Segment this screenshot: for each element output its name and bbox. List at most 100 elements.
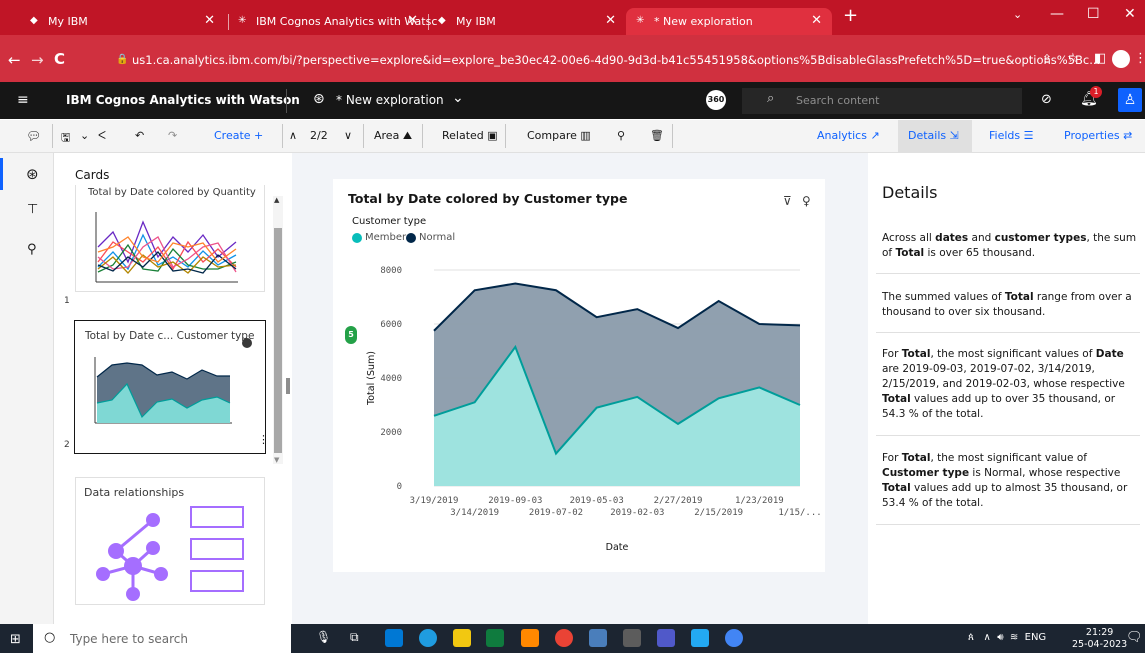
legend-swatch-member — [352, 232, 362, 243]
language-indicator[interactable]: ENG — [1025, 632, 1047, 643]
notification-center-icon[interactable]: 🗨︎ — [1126, 630, 1143, 645]
share-icon[interactable]: ᐸ — [98, 129, 106, 142]
close-tab-icon[interactable]: ✕ — [407, 13, 418, 28]
pin-rail-icon[interactable]: ⚲ — [27, 242, 37, 257]
card-settings-icon[interactable] — [242, 338, 252, 348]
area-chart-icon: ⛰ — [402, 129, 413, 142]
search-input[interactable] — [742, 88, 1022, 114]
maximize-icon[interactable]: ☐ — [1087, 6, 1100, 22]
x-tick-label: 2/15/2019 — [694, 508, 743, 518]
redo-icon[interactable]: ↷ — [168, 129, 177, 142]
back-icon[interactable]: ← — [8, 51, 21, 69]
people-icon[interactable]: ጰ — [968, 632, 974, 643]
app-name: IBM Cognos Analytics with Watson — [66, 93, 300, 107]
x-tick-label: 3/19/2019 — [410, 496, 459, 506]
analytics-icon: ↗ — [870, 129, 880, 142]
cards-scrollbar-thumb[interactable] — [274, 228, 282, 453]
card-1-thumbnail — [95, 212, 238, 283]
store-app-icon[interactable] — [486, 629, 504, 647]
save-icon[interactable]: 🖫 — [61, 129, 70, 148]
detail-insight-4: For Total, the most significant value of… — [882, 452, 1128, 509]
minimize-icon[interactable]: — — [1050, 6, 1064, 22]
area-chart-button[interactable]: Area ⛰ — [374, 129, 412, 143]
cards-rail-icon[interactable]: ⊛ — [26, 165, 39, 183]
browser-tab-new-exploration[interactable]: ✳ * New exploration ✕ — [626, 8, 832, 35]
windows-start-icon[interactable]: ⊞ — [10, 632, 21, 647]
legend-item-normal[interactable]: Normal — [406, 232, 455, 243]
hierarchy-rail-icon[interactable]: ⊤ — [27, 202, 38, 217]
area-chart[interactable]: 0 2000 4000 6000 8000 3/19/2019 3/14/2019 2019-… — [340, 250, 820, 570]
sidepanel-icon[interactable]: ◧ — [1094, 51, 1106, 66]
card-2-selected[interactable]: Total by Date c... Customer type ⋮ — [74, 320, 269, 454]
forward-icon[interactable]: → — [31, 51, 44, 69]
details-tab[interactable]: Details ⇲ — [908, 129, 959, 142]
legend-item-member[interactable]: Member — [352, 232, 406, 243]
exploration-name[interactable]: * New exploration — [336, 93, 444, 107]
browser-menu-icon[interactable]: ⋮ — [1134, 51, 1145, 66]
x-axis-label: Date — [606, 542, 629, 553]
teams-icon[interactable] — [657, 629, 675, 647]
edge-browser-icon[interactable] — [419, 629, 437, 647]
browser-tab-cognos[interactable]: ✳ IBM Cognos Analytics with Watsc ✕ — [228, 8, 437, 35]
card-1[interactable]: Total by Date colored by Quantity — [75, 185, 265, 292]
window-close-icon[interactable]: ✕ — [1124, 6, 1136, 22]
chrome-profile-icon[interactable] — [725, 629, 743, 647]
user-icon[interactable]: ♙ — [1118, 88, 1142, 112]
task-view-icon[interactable]: ⧉ — [350, 630, 359, 645]
related-icon: ▣ — [487, 129, 498, 142]
comment-icon[interactable]: 💬︎ — [26, 129, 41, 143]
scroll-down-icon[interactable]: ▼ — [274, 456, 279, 464]
filter-icon[interactable]: ⊽ — [783, 194, 792, 208]
chevron-down-icon[interactable]: ∨ — [344, 129, 352, 142]
fields-label: Fields — [989, 129, 1021, 142]
browser-tab-my-ibm-2[interactable]: ◆ My IBM ✕ — [428, 8, 626, 35]
speaker-icon[interactable]: 🔊︎ — [997, 632, 1003, 643]
file-explorer-icon[interactable] — [453, 629, 471, 647]
wifi-icon[interactable]: ≋ — [1010, 632, 1018, 643]
tray-chevron-icon[interactable]: ∧ — [984, 632, 991, 643]
vscode-icon[interactable] — [691, 629, 709, 647]
related-button[interactable]: Related ▣ — [442, 129, 498, 142]
ibm-favicon-icon: ◆ — [438, 15, 446, 26]
close-tab-icon[interactable]: ✕ — [605, 13, 616, 28]
badge-360-icon[interactable]: 360 — [706, 90, 726, 110]
browser-tab-my-ibm-1[interactable]: ◆ My IBM ✕ — [20, 8, 225, 35]
reload-icon[interactable]: C — [54, 50, 65, 68]
terminal-icon[interactable] — [623, 629, 641, 647]
fields-tab[interactable]: Fields ☰ — [989, 129, 1034, 142]
properties-tab[interactable]: Properties ⇄ — [1064, 129, 1132, 142]
save-chevron-icon[interactable]: ⌄ — [80, 129, 89, 142]
url-text[interactable]: us1.ca.analytics.ibm.com/bi/?perspective… — [132, 53, 1100, 67]
taskbar-clock[interactable]: 21:29 25-04-2023 — [1072, 627, 1127, 651]
detail-insight-1: Across all dates and customer types, the… — [882, 232, 1137, 259]
card-overflow-menu-icon[interactable]: ⋮ — [258, 433, 269, 446]
chevron-up-icon[interactable]: ∧ — [289, 129, 297, 142]
pin-icon[interactable]: ⚲ — [617, 129, 625, 142]
tab-search-chevron-icon[interactable]: ⌄ — [1013, 8, 1022, 21]
card-data-relationships[interactable]: Data relationships — [75, 477, 265, 605]
undo-icon[interactable]: ↶ — [135, 129, 144, 142]
bookmark-star-icon[interactable]: ☆ — [1067, 51, 1079, 66]
close-tab-icon[interactable]: ✕ — [811, 13, 822, 28]
chevron-down-icon[interactable]: ⌄ — [452, 90, 464, 106]
create-button[interactable]: Create + — [214, 129, 263, 142]
profile-avatar[interactable] — [1112, 50, 1130, 68]
hamburger-menu-icon[interactable]: ≡ — [17, 92, 29, 108]
lock-icon[interactable]: 🔒 — [116, 54, 128, 65]
microphone-icon[interactable]: 🎙︎ — [316, 630, 331, 644]
mail-app-icon[interactable] — [385, 629, 403, 647]
close-tab-icon[interactable]: ✕ — [204, 13, 215, 28]
vlc-icon[interactable] — [521, 629, 539, 647]
compare-button[interactable]: Compare ▥ — [527, 129, 591, 142]
scroll-up-icon[interactable]: ▲ — [274, 196, 279, 204]
system-tray[interactable]: ጰ ∧ 🔊︎ ≋ ENG — [968, 632, 1046, 643]
help-icon[interactable]: ⊘ — [1041, 92, 1052, 107]
share-icon[interactable]: ⇪ — [1042, 52, 1052, 66]
chrome-icon[interactable] — [555, 629, 573, 647]
new-tab-icon[interactable]: + — [843, 5, 858, 26]
analytics-tab[interactable]: Analytics ↗ — [817, 129, 880, 142]
panel-resize-handle[interactable] — [286, 378, 290, 394]
notepad-icon[interactable] — [589, 629, 607, 647]
delete-icon[interactable]: 🗑︎ — [650, 129, 664, 142]
insight-bulb-icon[interactable]: ♀ — [802, 194, 811, 208]
